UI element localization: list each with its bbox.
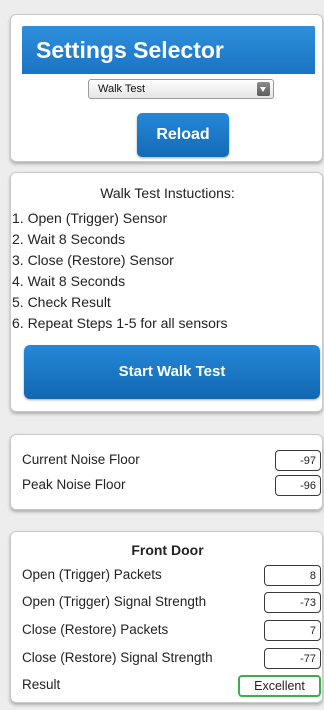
instruction-step: 2. Wait 8 Seconds (12, 231, 126, 247)
instruction-step: 4. Wait 8 Seconds (12, 273, 126, 289)
close-signal-row: Close (Restore) Signal Strength -77 (11, 648, 322, 669)
result-badge: Excellent (238, 675, 321, 697)
close-packets-value: 7 (264, 620, 321, 641)
current-noise-floor-label: Current Noise Floor (22, 452, 140, 467)
instruction-step: 1. Open (Trigger) Sensor (12, 210, 168, 226)
open-packets-row: Open (Trigger) Packets 8 (11, 565, 322, 586)
settings-selector-card: Settings Selector Walk Test Reload (10, 14, 323, 162)
close-packets-row: Close (Restore) Packets 7 (11, 620, 322, 641)
sensor-name: Front Door (131, 542, 204, 558)
close-signal-value: -77 (264, 648, 321, 669)
open-signal-label: Open (Trigger) Signal Strength (22, 594, 207, 609)
close-packets-label: Close (Restore) Packets (22, 622, 169, 637)
peak-noise-floor-row: Peak Noise Floor -96 (11, 475, 322, 496)
instructions-list: 1. Open (Trigger) Sensor 2. Wait 8 Secon… (11, 208, 228, 334)
result-row: Result Excellent (11, 675, 322, 697)
instruction-step: 5. Check Result (12, 294, 111, 310)
settings-dropdown[interactable]: Walk Test (88, 79, 274, 99)
chevron-down-icon[interactable] (257, 82, 270, 96)
settings-dropdown-value: Walk Test (98, 83, 146, 95)
sensor-result-card: Front Door Open (Trigger) Packets 8 Open… (10, 531, 323, 703)
peak-noise-floor-label: Peak Noise Floor (22, 477, 126, 492)
current-noise-floor-value: -97 (275, 450, 321, 471)
instructions-title: Walk Test Instuctions: (100, 185, 235, 201)
open-packets-value: 8 (264, 565, 321, 586)
open-signal-value: -73 (264, 592, 321, 613)
settings-selector-title: Settings Selector (22, 26, 315, 74)
peak-noise-floor-value: -96 (275, 475, 321, 496)
noise-floor-card: Current Noise Floor -97 Peak Noise Floor… (10, 434, 323, 510)
close-signal-label: Close (Restore) Signal Strength (22, 650, 213, 665)
current-noise-floor-row: Current Noise Floor -97 (11, 450, 322, 471)
reload-button[interactable]: Reload (137, 113, 229, 157)
walk-test-instructions-card: Walk Test Instuctions: 1. Open (Trigger)… (10, 172, 323, 412)
instruction-step: 3. Close (Restore) Sensor (12, 252, 174, 268)
open-packets-label: Open (Trigger) Packets (22, 567, 162, 582)
result-label: Result (22, 677, 61, 692)
start-walk-test-button[interactable]: Start Walk Test (24, 345, 320, 399)
open-signal-row: Open (Trigger) Signal Strength -73 (11, 592, 322, 613)
instruction-step: 6. Repeat Steps 1-5 for all sensors (12, 315, 228, 331)
